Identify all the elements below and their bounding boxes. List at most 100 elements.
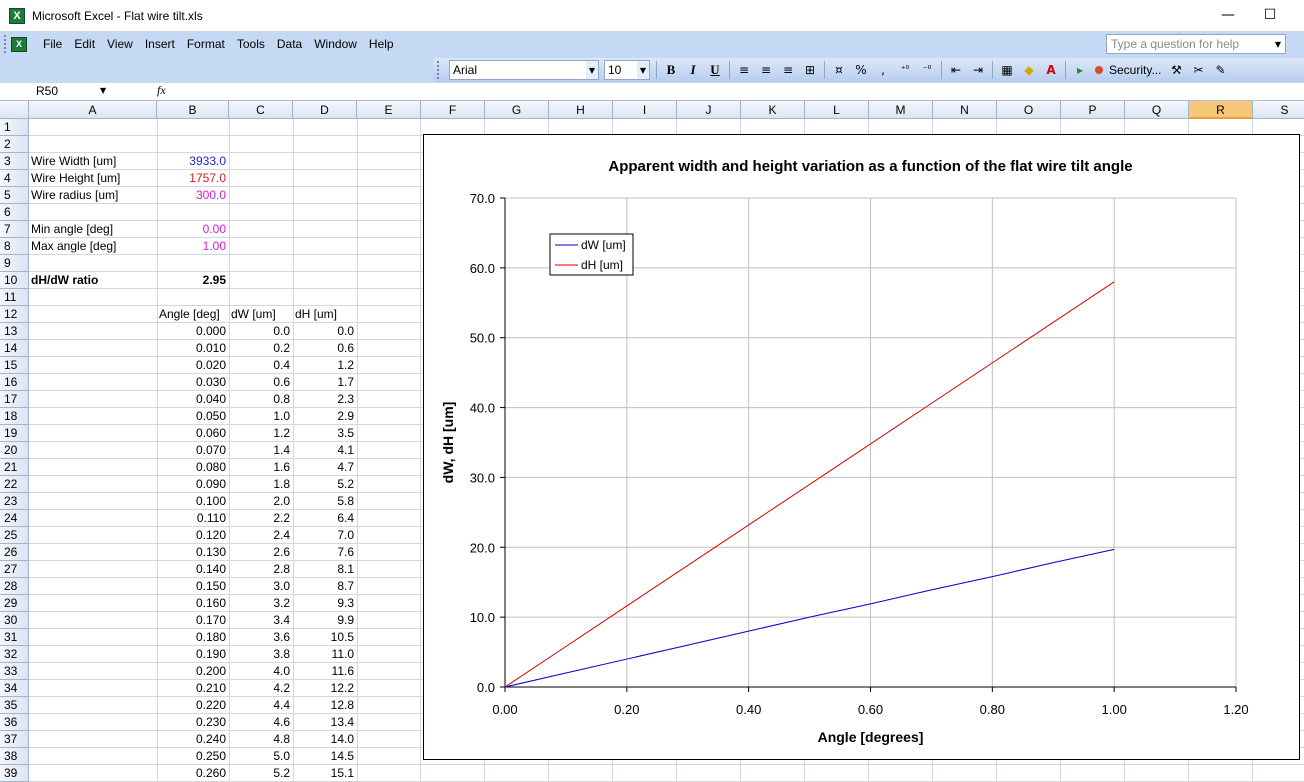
column-header-e[interactable]: E	[357, 101, 421, 119]
italic-button[interactable]: I	[682, 60, 704, 80]
table-cell-dh[interactable]: 9.3	[293, 595, 354, 612]
currency-icon[interactable]: ¤	[828, 60, 850, 80]
column-header-b[interactable]: B	[157, 101, 229, 119]
table-cell-dw[interactable]: 1.6	[229, 459, 290, 476]
param-label[interactable]: Max angle [deg]	[31, 238, 155, 255]
column-header-g[interactable]: G	[485, 101, 549, 119]
param-value[interactable]: 3933.0	[157, 153, 226, 170]
row-header-6[interactable]: 6	[0, 204, 29, 221]
table-cell-dw[interactable]: 3.6	[229, 629, 290, 646]
param-value[interactable]: 300.0	[157, 187, 226, 204]
increase-decimal-icon[interactable]: ⁺⁰	[894, 60, 916, 80]
table-cell-dh[interactable]: 0.6	[293, 340, 354, 357]
table-cell-dw[interactable]: 1.0	[229, 408, 290, 425]
maximize-button[interactable]: ☐	[1250, 3, 1290, 27]
row-header-4[interactable]: 4	[0, 170, 29, 187]
table-cell-angle[interactable]: 0.020	[157, 357, 226, 374]
insert-function-icon[interactable]: fx	[157, 83, 166, 98]
table-cell-dh[interactable]: 14.5	[293, 748, 354, 765]
table-cell-angle[interactable]: 0.210	[157, 680, 226, 697]
row-header-31[interactable]: 31	[0, 629, 29, 646]
bold-button[interactable]: B	[660, 60, 682, 80]
table-cell-dh[interactable]: 8.1	[293, 561, 354, 578]
table-cell-dh[interactable]: 1.7	[293, 374, 354, 391]
ratio-value[interactable]: 2.95	[157, 272, 226, 289]
column-header-r[interactable]: R	[1189, 101, 1253, 119]
row-header-36[interactable]: 36	[0, 714, 29, 731]
column-header-s[interactable]: S	[1253, 101, 1304, 119]
table-cell-angle[interactable]: 0.120	[157, 527, 226, 544]
font-color-icon[interactable]: A	[1040, 60, 1062, 80]
table-cell-dw[interactable]: 4.8	[229, 731, 290, 748]
table-cell-angle[interactable]: 0.100	[157, 493, 226, 510]
help-search-input[interactable]: Type a question for help ▼	[1106, 34, 1286, 54]
name-box[interactable]: R50	[3, 83, 113, 100]
table-cell-dw[interactable]: 2.4	[229, 527, 290, 544]
table-cell-dw[interactable]: 5.2	[229, 765, 290, 782]
table-cell-dh[interactable]: 4.7	[293, 459, 354, 476]
row-header-29[interactable]: 29	[0, 595, 29, 612]
table-cell-dh[interactable]: 6.4	[293, 510, 354, 527]
column-header-f[interactable]: F	[421, 101, 485, 119]
help-dropdown-icon[interactable]: ▼	[1275, 40, 1281, 49]
merge-center-icon[interactable]: ⊞	[799, 60, 821, 80]
tools-icon[interactable]: ✂	[1187, 60, 1209, 80]
percent-button[interactable]: %	[850, 60, 872, 80]
row-header-21[interactable]: 21	[0, 459, 29, 476]
table-cell-dw[interactable]: 2.2	[229, 510, 290, 527]
table-header-angle[interactable]: Angle [deg]	[159, 306, 231, 323]
table-header-dw[interactable]: dW [um]	[231, 306, 295, 323]
table-cell-angle[interactable]: 0.080	[157, 459, 226, 476]
table-cell-dh[interactable]: 1.2	[293, 357, 354, 374]
table-cell-dh[interactable]: 4.1	[293, 442, 354, 459]
row-header-33[interactable]: 33	[0, 663, 29, 680]
row-header-5[interactable]: 5	[0, 187, 29, 204]
row-header-30[interactable]: 30	[0, 612, 29, 629]
column-header-k[interactable]: K	[741, 101, 805, 119]
table-cell-dw[interactable]: 0.4	[229, 357, 290, 374]
table-cell-dh[interactable]: 8.7	[293, 578, 354, 595]
table-cell-angle[interactable]: 0.090	[157, 476, 226, 493]
workbook-icon[interactable]: X	[11, 36, 27, 52]
table-cell-angle[interactable]: 0.030	[157, 374, 226, 391]
table-cell-dw[interactable]: 2.0	[229, 493, 290, 510]
table-cell-angle[interactable]: 0.040	[157, 391, 226, 408]
table-cell-dh[interactable]: 14.0	[293, 731, 354, 748]
table-cell-angle[interactable]: 0.130	[157, 544, 226, 561]
table-cell-dh[interactable]: 0.0	[293, 323, 354, 340]
param-value[interactable]: 1.00	[157, 238, 226, 255]
table-cell-angle[interactable]: 0.000	[157, 323, 226, 340]
row-header-37[interactable]: 37	[0, 731, 29, 748]
table-cell-angle[interactable]: 0.060	[157, 425, 226, 442]
fill-color-icon[interactable]: ◆	[1018, 60, 1040, 80]
row-header-2[interactable]: 2	[0, 136, 29, 153]
underline-button[interactable]: U	[704, 60, 726, 80]
name-box-dropdown-icon[interactable]: ▼	[100, 86, 106, 95]
table-cell-dw[interactable]: 0.8	[229, 391, 290, 408]
row-header-39[interactable]: 39	[0, 765, 29, 782]
run-icon[interactable]: ▸	[1069, 60, 1091, 80]
row-header-34[interactable]: 34	[0, 680, 29, 697]
table-cell-dw[interactable]: 0.6	[229, 374, 290, 391]
table-cell-angle[interactable]: 0.260	[157, 765, 226, 782]
table-cell-dw[interactable]: 3.4	[229, 612, 290, 629]
row-header-7[interactable]: 7	[0, 221, 29, 238]
table-cell-angle[interactable]: 0.010	[157, 340, 226, 357]
column-header-m[interactable]: M	[869, 101, 933, 119]
table-cell-dw[interactable]: 4.6	[229, 714, 290, 731]
table-cell-dh[interactable]: 5.2	[293, 476, 354, 493]
table-cell-dh[interactable]: 11.0	[293, 646, 354, 663]
row-header-8[interactable]: 8	[0, 238, 29, 255]
column-header-a[interactable]: A	[29, 101, 157, 119]
table-cell-dh[interactable]: 9.9	[293, 612, 354, 629]
align-right-icon[interactable]: ≡	[777, 60, 799, 80]
row-header-38[interactable]: 38	[0, 748, 29, 765]
param-label[interactable]: Wire Width [um]	[31, 153, 155, 170]
table-cell-dh[interactable]: 7.6	[293, 544, 354, 561]
column-header-l[interactable]: L	[805, 101, 869, 119]
table-cell-angle[interactable]: 0.110	[157, 510, 226, 527]
row-header-27[interactable]: 27	[0, 561, 29, 578]
menu-format[interactable]: Format	[181, 34, 231, 54]
align-center-icon[interactable]: ≡	[755, 60, 777, 80]
table-cell-dw[interactable]: 0.0	[229, 323, 290, 340]
